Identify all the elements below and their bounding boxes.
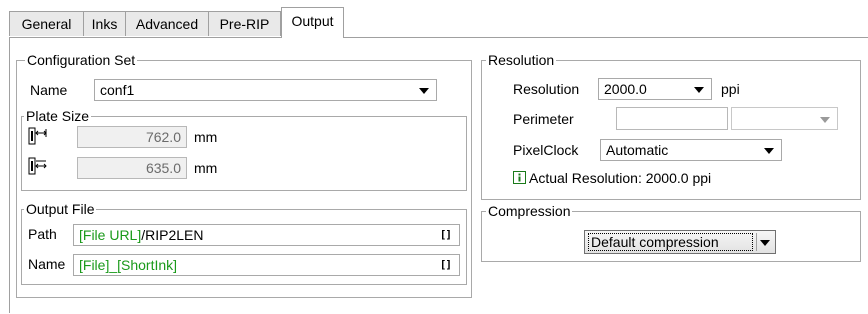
actual-resolution-text: Actual Resolution: 2000.0 ppi <box>529 170 712 186</box>
tab-advanced-label: Advanced <box>135 16 199 32</box>
resolution-unit: ppi <box>721 81 740 97</box>
file-name-token-button[interactable]: [] <box>440 255 452 275</box>
plate-width-value: 762.0 <box>145 129 181 145</box>
path-text: /RIP2LEN <box>141 227 204 243</box>
perimeter-input[interactable] <box>616 107 728 130</box>
configuration-set-title: Configuration Set <box>25 51 138 69</box>
file-name-input[interactable]: [File]_[ShortInk] [] <box>73 254 460 276</box>
chevron-down-icon <box>419 88 429 94</box>
tab-output[interactable]: Output <box>281 7 344 38</box>
tab-pre-rip-label: Pre-RIP <box>219 16 270 32</box>
plate-height-value: 635.0 <box>145 160 181 176</box>
compression-select[interactable]: Default compression <box>584 230 776 254</box>
chevron-down-icon <box>694 87 704 93</box>
perimeter-label: Perimeter <box>513 111 574 127</box>
pixelclock-label: PixelClock <box>513 142 579 158</box>
configuration-set-group: Configuration Set Name conf1 Plate Size … <box>16 51 472 298</box>
path-token: [File URL] <box>79 227 142 243</box>
path-input[interactable]: [File URL]/RIP2LEN [] <box>73 224 460 246</box>
resolution-select[interactable]: 2000.0 <box>598 78 712 100</box>
perimeter-unit-select[interactable] <box>731 107 838 130</box>
tab-pre-rip[interactable]: Pre-RIP <box>208 11 281 36</box>
file-name-value: [File]_[ShortInk] <box>79 257 178 273</box>
chevron-down-icon <box>760 240 770 246</box>
name-label: Name <box>30 82 68 98</box>
output-file-group: Output File Path [File URL]/RIP2LEN [] N… <box>21 200 467 285</box>
plate-height-unit: mm <box>194 160 218 176</box>
plate-height-icon <box>28 157 48 178</box>
tab-general[interactable]: General <box>9 11 84 36</box>
tab-output-label: Output <box>291 13 334 29</box>
tab-advanced[interactable]: Advanced <box>125 11 209 36</box>
tab-inks-label: Inks <box>91 16 118 32</box>
plate-size-title: Plate Size <box>24 107 92 125</box>
file-name-label: Name <box>28 256 66 272</box>
plate-width-unit: mm <box>194 129 218 145</box>
compression-divider <box>756 233 757 251</box>
resolution-value: 2000.0 <box>604 81 647 97</box>
tab-general-label: General <box>21 16 72 32</box>
plate-width-field: 762.0 <box>77 126 187 148</box>
output-file-title: Output File <box>24 200 97 218</box>
pixelclock-value: Automatic <box>606 142 669 158</box>
resolution-group: Resolution Resolution 2000.0 ppi Perimet… <box>481 51 861 200</box>
path-token-button[interactable]: [] <box>440 225 452 245</box>
path-label: Path <box>28 226 57 242</box>
compression-group: Compression Default compression <box>481 202 861 262</box>
info-icon <box>513 171 526 187</box>
resolution-label: Resolution <box>513 81 580 97</box>
plate-height-field: 635.0 <box>77 157 187 179</box>
resolution-title: Resolution <box>486 51 557 69</box>
configuration-name-value: conf1 <box>100 82 135 98</box>
compression-value: Default compression <box>588 233 753 251</box>
compression-title: Compression <box>486 202 573 220</box>
pixelclock-select[interactable]: Automatic <box>600 139 782 161</box>
plate-size-group: Plate Size 762.0 mm 635.0 mm <box>21 107 467 191</box>
plate-width-icon <box>28 127 48 148</box>
chevron-down-icon <box>820 116 830 123</box>
tab-inks[interactable]: Inks <box>83 11 126 36</box>
chevron-down-icon <box>764 148 774 154</box>
configuration-name-select[interactable]: conf1 <box>94 79 437 101</box>
